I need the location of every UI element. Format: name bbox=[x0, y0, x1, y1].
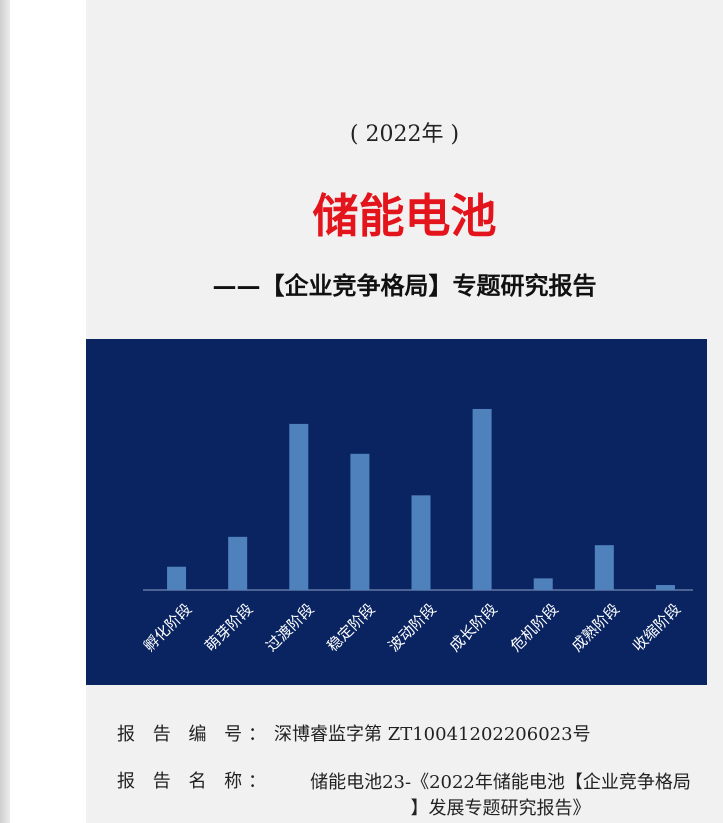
bar-1 bbox=[167, 566, 187, 590]
x-tick-label-5: 波动阶段 bbox=[385, 600, 440, 655]
report-year: ( 2022年 ) bbox=[349, 122, 460, 147]
bar-6 bbox=[472, 408, 492, 590]
bar-9 bbox=[655, 585, 675, 590]
x-tick-label-7: 危机阶段 bbox=[507, 600, 562, 655]
page-left-edge bbox=[0, 0, 10, 823]
x-tick-label-6: 成长阶段 bbox=[446, 600, 501, 655]
report-title: 储能电池 bbox=[312, 189, 497, 243]
lifecycle-bar-chart: 孵化阶段 萌芽阶段 过渡阶段 稳定阶段 波动阶段 成长阶段 危机阶段 成熟阶段 收缩阶段 bbox=[86, 339, 707, 685]
bar-8 bbox=[594, 545, 614, 590]
x-tick-label-3: 过渡阶段 bbox=[262, 600, 317, 655]
bar-4 bbox=[350, 453, 370, 590]
report-subtitle: ——【企业竞争格局】专题研究报告 bbox=[212, 271, 597, 300]
chart-svg: 孵化阶段 萌芽阶段 过渡阶段 稳定阶段 波动阶段 成长阶段 危机阶段 成熟阶段 收缩阶段 bbox=[140, 408, 693, 655]
page-gutter bbox=[10, 0, 86, 823]
report-name-line2: 】发展专题研究报告》 bbox=[410, 798, 591, 819]
bar-7 bbox=[533, 578, 553, 590]
report-name-label: 报 告 名 称： bbox=[117, 771, 273, 792]
report-cover-page: ( 2022年 ) 储能电池 ——【企业竞争格局】专题研究报告 孵化阶段 萌芽阶段… bbox=[86, 0, 723, 823]
x-tick-label-9: 收缩阶段 bbox=[629, 600, 684, 655]
bar-5 bbox=[411, 495, 431, 590]
report-name-line1: 储能电池23-《2022年储能电池【企业竞争格局 bbox=[310, 772, 691, 793]
bar-3 bbox=[289, 423, 309, 590]
report-number-label: 报 告 编 号： bbox=[117, 724, 273, 745]
report-number-value: 深博睿监字第 ZT10041202206023号 bbox=[274, 724, 591, 745]
x-tick-label-8: 成熟阶段 bbox=[568, 600, 623, 655]
bar-2 bbox=[228, 536, 248, 590]
x-tick-label-1: 孵化阶段 bbox=[140, 600, 195, 655]
x-tick-label-2: 萌芽阶段 bbox=[201, 600, 256, 655]
x-tick-label-4: 稳定阶段 bbox=[323, 600, 378, 655]
report-name-value: 储能电池23-《2022年储能电池【企业竞争格局 】发展专题研究报告》 bbox=[278, 770, 723, 822]
